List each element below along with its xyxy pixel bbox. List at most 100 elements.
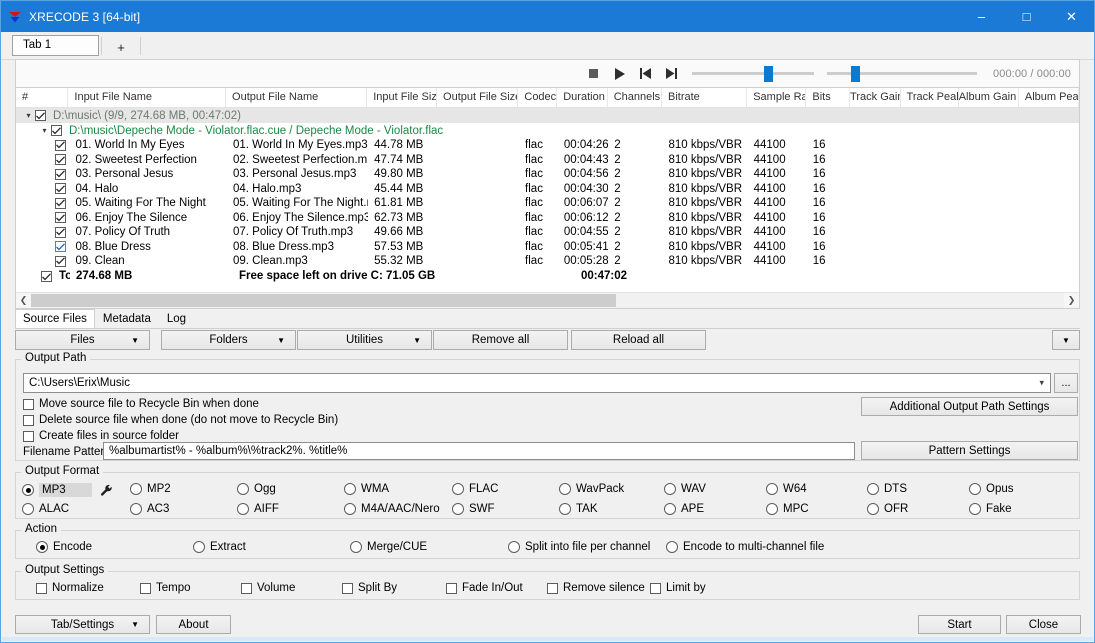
option-delete-source-file[interactable]: Delete source file when done (do not mov… [23, 414, 338, 426]
additional-output-path-settings-button[interactable]: Additional Output Path Settings [861, 397, 1078, 416]
setting-volume[interactable]: Volume [241, 582, 295, 594]
radio-icon[interactable] [344, 483, 356, 495]
radio-icon[interactable] [508, 541, 520, 553]
format-option-wavpack[interactable]: WavPack [559, 483, 624, 495]
radio-icon[interactable] [867, 503, 879, 515]
play-icon[interactable] [613, 67, 626, 80]
table-row[interactable]: 303. Personal Jesus03. Personal Jesus.mp… [16, 167, 1079, 182]
column-header-trackpeak[interactable]: Track Peak [901, 88, 959, 107]
radio-icon[interactable] [559, 483, 571, 495]
radio-icon[interactable] [664, 503, 676, 515]
stop-icon[interactable] [587, 67, 600, 80]
radio-icon[interactable] [452, 483, 464, 495]
tab-log[interactable]: Log [159, 309, 194, 328]
checkbox-icon[interactable] [140, 583, 151, 594]
radio-icon[interactable] [237, 483, 249, 495]
option-create-in-source-folder[interactable]: Create files in source folder [23, 430, 179, 442]
radio-icon[interactable] [22, 484, 34, 496]
close-window-button[interactable]: ✕ [1049, 1, 1094, 32]
radio-icon[interactable] [237, 503, 249, 515]
minimize-button[interactable]: – [959, 1, 1004, 32]
action-option-extract[interactable]: Extract [193, 541, 246, 553]
table-row[interactable]: 101. World In My Eyes01. World In My Eye… [16, 138, 1079, 153]
row-checkbox[interactable] [55, 241, 66, 252]
filename-pattern-input[interactable]: %albumartist% - %album%\%track2%. %title… [103, 442, 855, 460]
format-option-dts[interactable]: DTS [867, 483, 907, 495]
table-row[interactable]: 808. Blue Dress08. Blue Dress.mp357.53 M… [16, 240, 1079, 255]
previous-track-icon[interactable] [639, 67, 652, 80]
column-header-insize[interactable]: Input File Size [367, 88, 437, 107]
column-header-bitrate[interactable]: Bitrate [662, 88, 747, 107]
radio-icon[interactable] [766, 483, 778, 495]
format-option-alac[interactable]: ALAC [22, 503, 69, 515]
format-option-flac[interactable]: FLAC [452, 483, 498, 495]
radio-icon[interactable] [350, 541, 362, 553]
radio-icon[interactable] [664, 483, 676, 495]
radio-icon[interactable] [452, 503, 464, 515]
volume-slider-thumb[interactable] [851, 66, 860, 82]
row-checkbox[interactable] [51, 125, 62, 136]
format-option-ape[interactable]: APE [664, 503, 704, 515]
column-header-input[interactable]: Input File Name [68, 88, 226, 107]
maximize-button[interactable]: □ [1004, 1, 1049, 32]
seek-slider-thumb[interactable] [764, 66, 773, 82]
folders-button[interactable]: Folders ▼ [161, 330, 296, 350]
checkbox-icon[interactable] [342, 583, 353, 594]
setting-fade-in-out[interactable]: Fade In/Out [446, 582, 523, 594]
checkbox-icon[interactable] [446, 583, 457, 594]
format-option-m4a-aac-nero[interactable]: M4A/AAC/Nero [344, 503, 440, 515]
table-row[interactable]: 404. Halo04. Halo.mp345.44 MBflac00:04:3… [16, 182, 1079, 197]
action-option-encode[interactable]: Encode [36, 541, 92, 553]
checkbox-icon[interactable] [650, 583, 661, 594]
row-checkbox[interactable] [35, 110, 46, 121]
format-option-wav[interactable]: WAV [664, 483, 706, 495]
checkbox-icon[interactable] [241, 583, 252, 594]
row-checkbox[interactable] [55, 212, 66, 223]
radio-icon[interactable] [867, 483, 879, 495]
radio-icon[interactable] [969, 503, 981, 515]
action-option-merge-cue[interactable]: Merge/CUE [350, 541, 427, 553]
file-group-root[interactable]: ▾D:\music\ (9/9, 274.68 MB, 00:47:02) [16, 108, 1079, 123]
expand-panel-button[interactable]: ▼ [1052, 330, 1080, 350]
remove-all-button[interactable]: Remove all [433, 330, 568, 350]
format-option-fake[interactable]: Fake [969, 503, 1012, 515]
tab-settings-button[interactable]: Tab/Settings ▼ [15, 615, 150, 634]
format-option-mp2[interactable]: MP2 [130, 483, 171, 495]
reload-all-button[interactable]: Reload all [571, 330, 706, 350]
radio-icon[interactable] [559, 503, 571, 515]
add-tab-button[interactable]: + [104, 40, 138, 55]
radio-icon[interactable] [344, 503, 356, 515]
row-checkbox[interactable] [55, 154, 66, 165]
close-button[interactable]: Close [1006, 615, 1081, 634]
chevron-down-icon[interactable]: ▾ [22, 111, 35, 120]
row-checkbox[interactable] [55, 140, 66, 151]
column-header-codec[interactable]: Codec [518, 88, 557, 107]
radio-icon[interactable] [193, 541, 205, 553]
column-header-samplerate[interactable]: Sample Rate [747, 88, 806, 107]
checkbox-icon[interactable] [23, 431, 34, 442]
setting-normalize[interactable]: Normalize [36, 582, 104, 594]
checkbox-icon[interactable] [23, 399, 34, 410]
table-row[interactable]: 606. Enjoy The Silence06. Enjoy The Sile… [16, 211, 1079, 226]
setting-tempo[interactable]: Tempo [140, 582, 191, 594]
chevron-down-icon[interactable]: ▾ [1039, 378, 1044, 389]
radio-icon[interactable] [36, 541, 48, 553]
tab-source-files[interactable]: Source Files [15, 309, 95, 328]
setting-remove-silence[interactable]: Remove silence [547, 582, 645, 594]
action-option-split-into-file-per-channel[interactable]: Split into file per channel [508, 541, 650, 553]
format-option-mp3[interactable]: MP3 [22, 483, 92, 497]
table-row[interactable]: 707. Policy Of Truth07. Policy Of Truth.… [16, 225, 1079, 240]
format-option-tak[interactable]: TAK [559, 503, 598, 515]
scroll-left-icon[interactable]: ❮ [16, 295, 31, 306]
output-path-input[interactable]: C:\Users\Erix\Music ▾ [23, 373, 1051, 393]
chevron-down-icon[interactable]: ▾ [38, 126, 51, 135]
option-move-to-recycle-bin[interactable]: Move source file to Recycle Bin when don… [23, 398, 259, 410]
column-header-channels[interactable]: Channels [608, 88, 662, 107]
about-button[interactable]: About [156, 615, 231, 634]
table-horizontal-scrollbar[interactable]: ❮ ❯ [16, 292, 1079, 308]
column-header-trackgain[interactable]: Track Gain [850, 88, 900, 107]
row-checkbox[interactable] [55, 183, 66, 194]
checkbox-icon[interactable] [36, 583, 47, 594]
format-option-mpc[interactable]: MPC [766, 503, 809, 515]
format-option-ogg[interactable]: Ogg [237, 483, 276, 495]
